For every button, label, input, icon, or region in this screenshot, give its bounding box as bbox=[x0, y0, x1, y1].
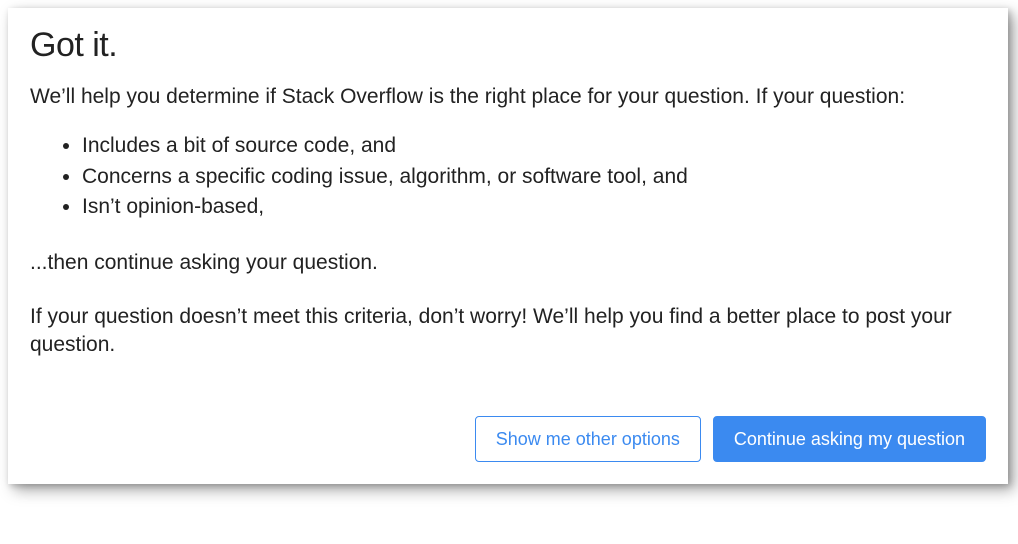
intro-text: We’ll help you determine if Stack Overfl… bbox=[30, 83, 986, 111]
question-guidance-dialog: Got it. We’ll help you determine if Stac… bbox=[8, 8, 1008, 484]
fallback-text: If your question doesn’t meet this crite… bbox=[30, 303, 986, 360]
list-item: Isn’t opinion-based, bbox=[82, 192, 986, 222]
list-item: Includes a bit of source code, and bbox=[82, 131, 986, 161]
continue-asking-button[interactable]: Continue asking my question bbox=[713, 416, 986, 462]
dialog-title: Got it. bbox=[30, 26, 986, 65]
continue-text: ...then continue asking your question. bbox=[30, 249, 986, 277]
button-row: Show me other options Continue asking my… bbox=[30, 416, 986, 462]
criteria-list: Includes a bit of source code, and Conce… bbox=[30, 131, 986, 222]
show-other-options-button[interactable]: Show me other options bbox=[475, 416, 701, 462]
list-item: Concerns a specific coding issue, algori… bbox=[82, 162, 986, 192]
